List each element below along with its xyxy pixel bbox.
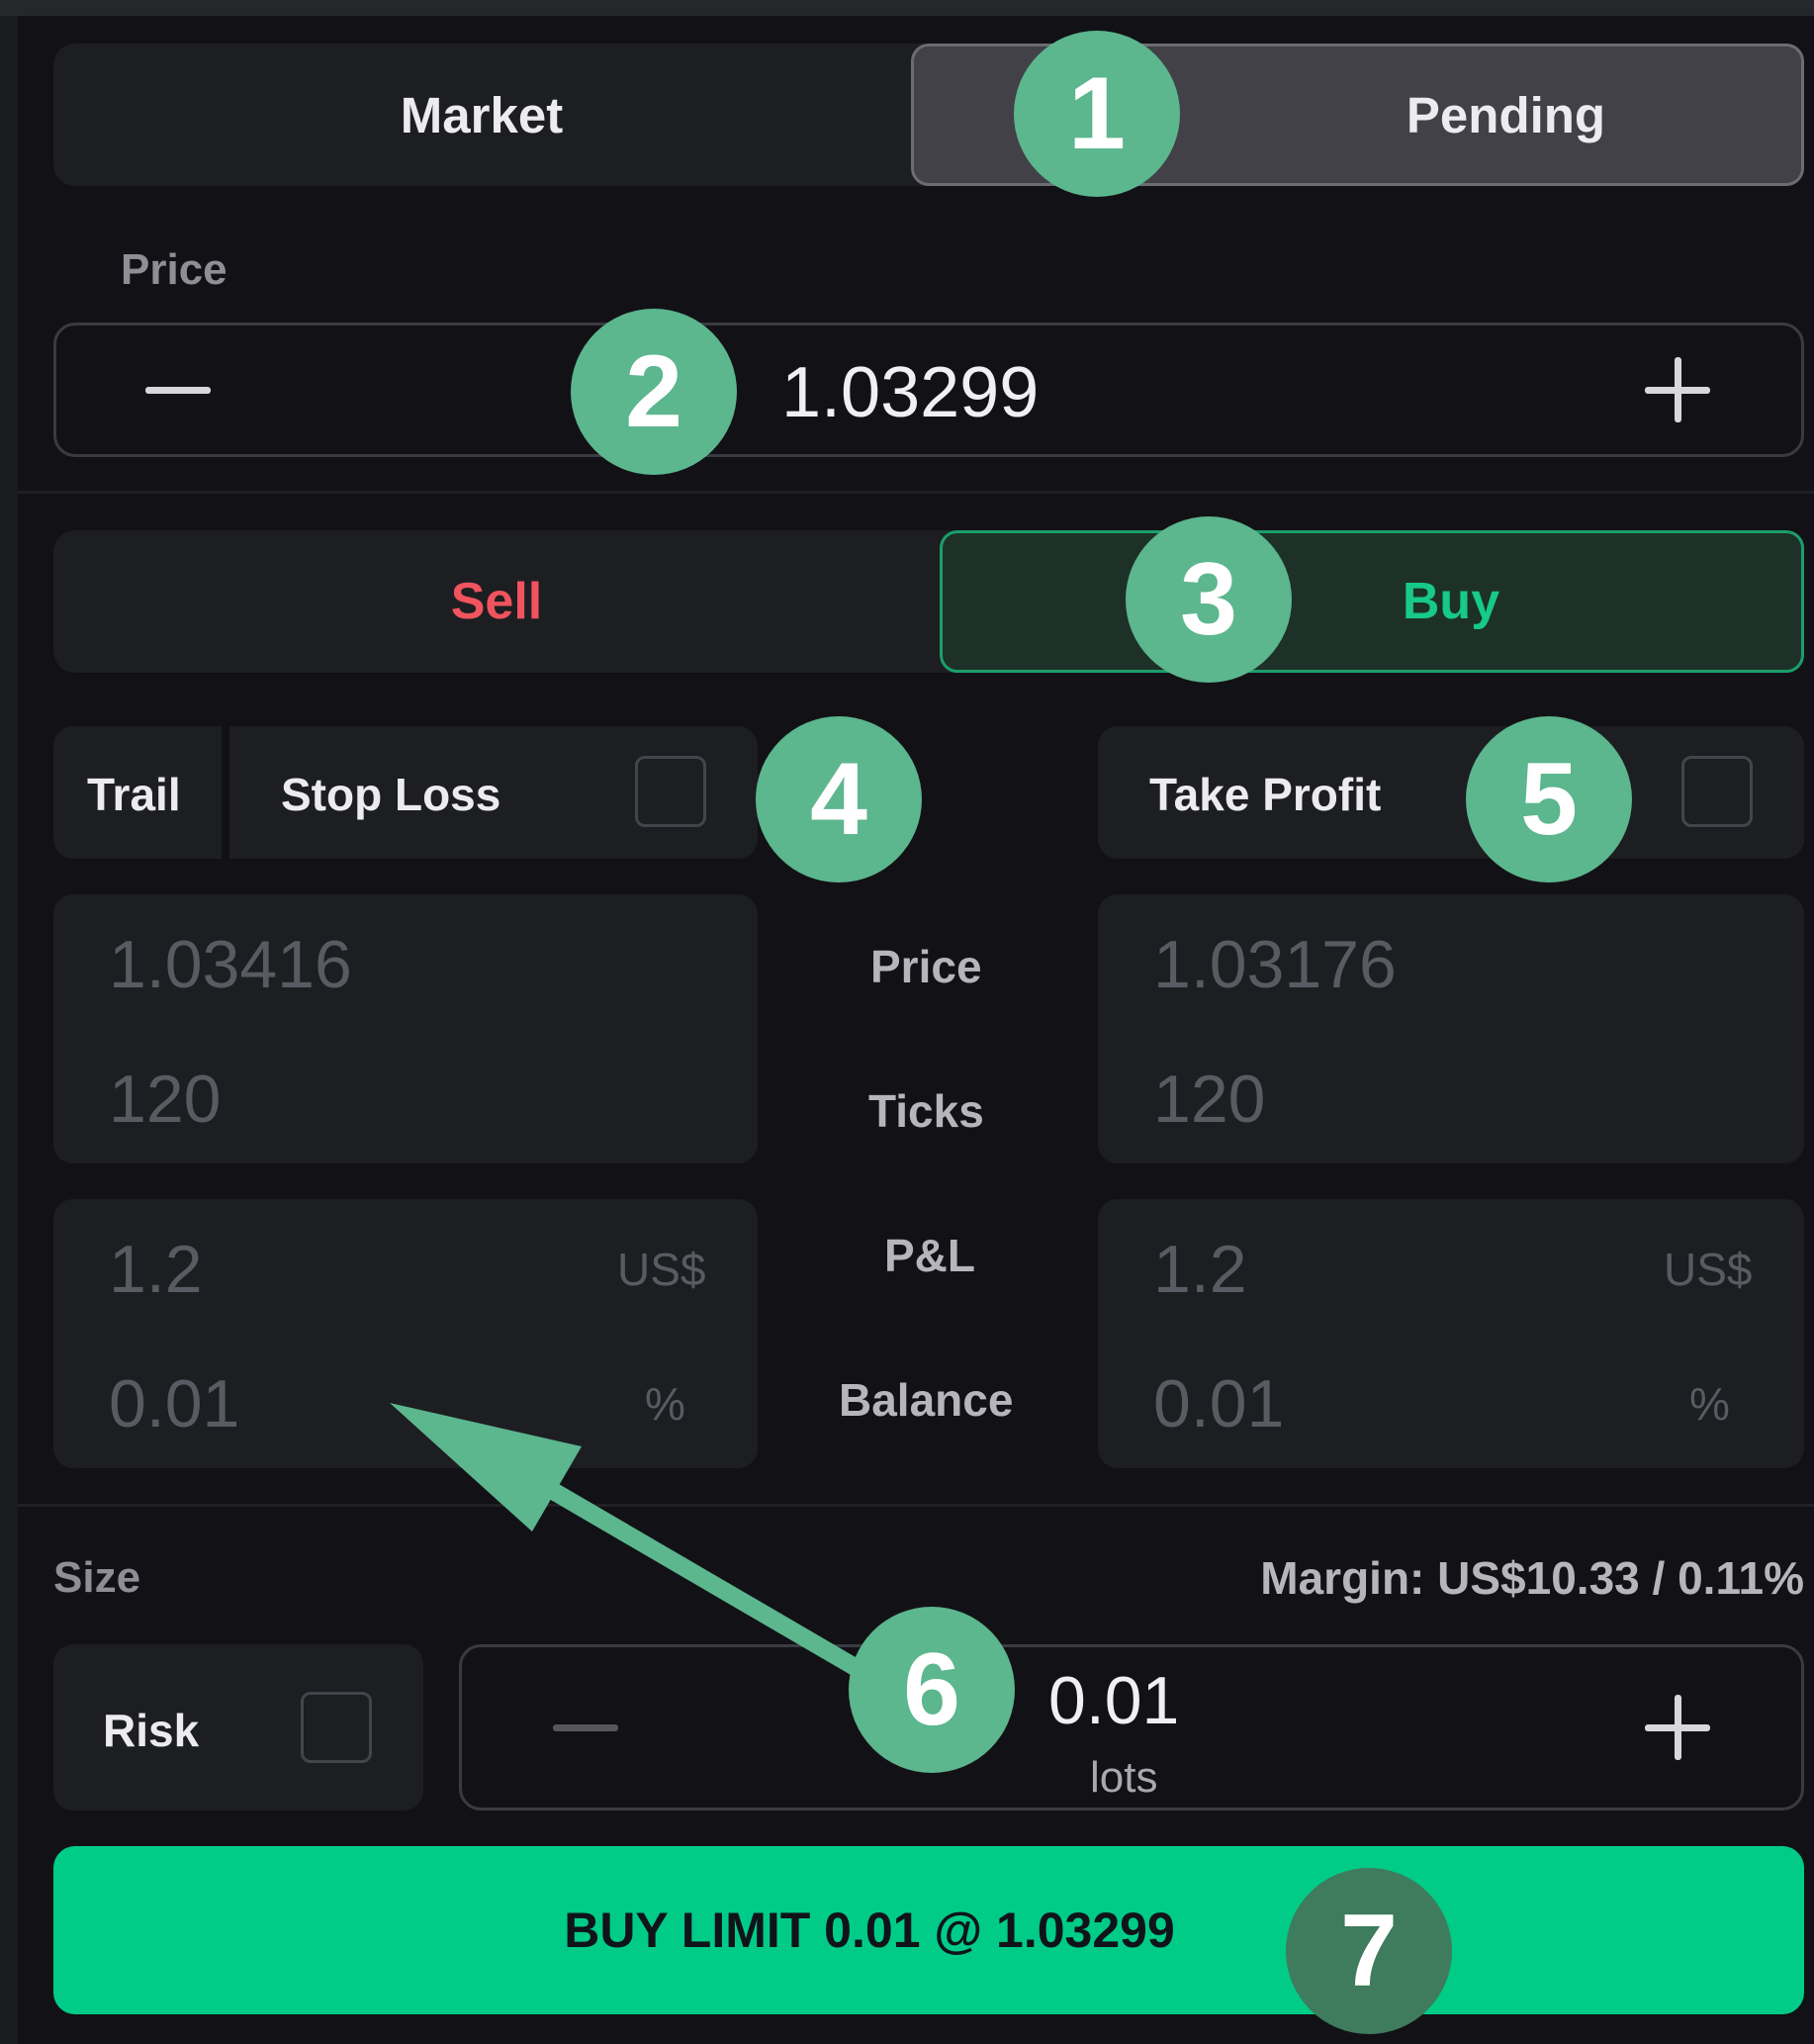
take-profit-balance-input[interactable]: 0.01 bbox=[1153, 1365, 1284, 1442]
price-decrement-button[interactable] bbox=[129, 342, 227, 437]
stop-loss-pnl-unit: US$ bbox=[617, 1244, 706, 1295]
row-label-ticks: Ticks bbox=[868, 1085, 984, 1137]
row-label-pnl: P&L bbox=[884, 1230, 975, 1281]
risk-checkbox[interactable] bbox=[301, 1692, 372, 1763]
annotation-badge-2: 2 bbox=[571, 309, 737, 475]
divider bbox=[18, 1504, 1814, 1507]
take-profit-price-input[interactable]: 1.03176 bbox=[1153, 926, 1397, 1003]
annotation-badge-7: 7 bbox=[1286, 1868, 1452, 2034]
submit-order-button[interactable]: BUY LIMIT 0.01 @ 1.03299 bbox=[53, 1846, 1804, 2014]
stop-loss-balance-input[interactable]: 0.01 bbox=[109, 1365, 239, 1442]
price-label: Price bbox=[121, 245, 227, 294]
stop-loss-pnl-input[interactable]: 1.2 bbox=[109, 1231, 203, 1308]
take-profit-label: Take Profit bbox=[1149, 769, 1382, 820]
row-label-price: Price bbox=[870, 941, 982, 992]
size-decrement-button[interactable] bbox=[536, 1678, 635, 1777]
take-profit-pnl-unit: US$ bbox=[1664, 1244, 1753, 1295]
divider bbox=[18, 491, 1814, 494]
price-increment-button[interactable] bbox=[1628, 342, 1727, 437]
trail-label: Trail bbox=[87, 769, 181, 820]
size-unit: lots bbox=[1090, 1753, 1158, 1802]
stop-loss-checkbox[interactable] bbox=[635, 756, 706, 827]
stop-loss-price-input[interactable]: 1.03416 bbox=[109, 926, 352, 1003]
annotation-badge-5: 5 bbox=[1466, 716, 1632, 883]
annotation-badge-6: 6 bbox=[849, 1607, 1015, 1773]
stop-loss-balance-unit: % bbox=[645, 1378, 685, 1430]
buy-tab[interactable]: Buy bbox=[940, 530, 1804, 673]
risk-label: Risk bbox=[103, 1705, 200, 1756]
take-profit-pnl-input[interactable]: 1.2 bbox=[1153, 1231, 1247, 1308]
stop-loss-label: Stop Loss bbox=[281, 769, 501, 820]
annotation-badge-1: 1 bbox=[1014, 31, 1180, 197]
top-bar bbox=[0, 0, 1814, 16]
size-increment-button[interactable] bbox=[1628, 1678, 1727, 1777]
take-profit-checkbox[interactable] bbox=[1681, 756, 1753, 827]
sell-tab[interactable]: Sell bbox=[53, 530, 940, 673]
price-input[interactable]: 1.03299 bbox=[781, 352, 1039, 433]
take-profit-ticks-input[interactable]: 120 bbox=[1153, 1061, 1265, 1138]
left-edge bbox=[0, 16, 18, 2044]
minus-icon bbox=[553, 1724, 618, 1731]
annotation-badge-3: 3 bbox=[1126, 516, 1292, 683]
size-input[interactable]: 0.01 bbox=[1048, 1662, 1179, 1739]
margin-text: Margin: US$10.33 / 0.11% bbox=[1260, 1552, 1804, 1604]
row-label-balance: Balance bbox=[839, 1374, 1014, 1426]
annotation-badge-4: 4 bbox=[756, 716, 922, 883]
market-tab[interactable]: Market bbox=[53, 44, 910, 186]
stop-loss-ticks-input[interactable]: 120 bbox=[109, 1061, 221, 1138]
minus-icon bbox=[145, 387, 211, 394]
take-profit-balance-unit: % bbox=[1689, 1378, 1730, 1430]
size-label: Size bbox=[53, 1553, 141, 1602]
